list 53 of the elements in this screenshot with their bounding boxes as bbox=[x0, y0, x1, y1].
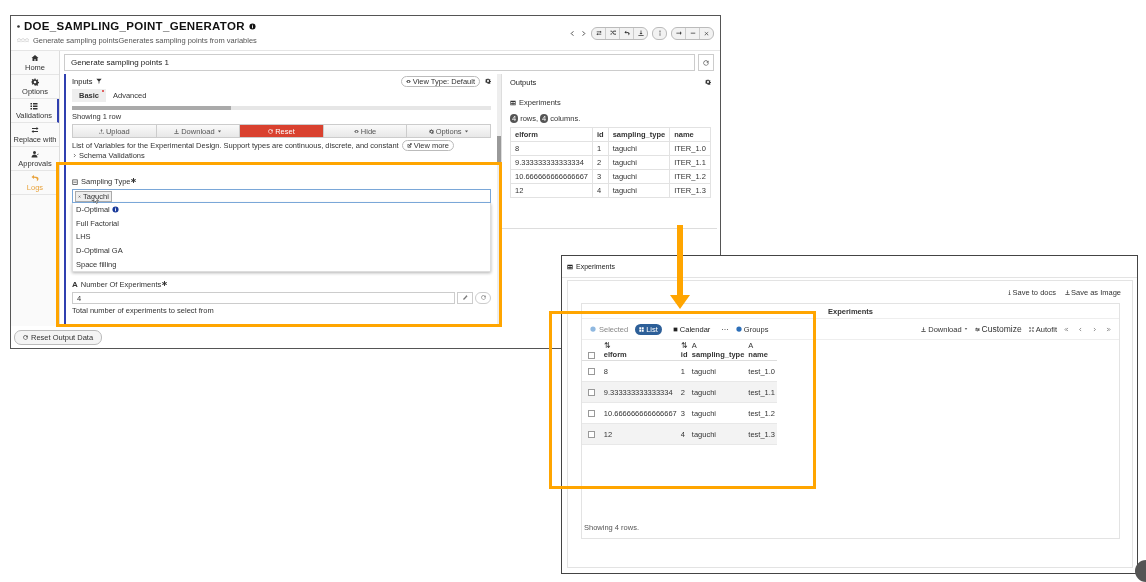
table-icon bbox=[510, 99, 516, 106]
download-icon bbox=[174, 128, 180, 134]
customize-button[interactable]: Customize bbox=[974, 324, 1022, 334]
refresh-icon bbox=[23, 334, 28, 340]
circle-icon bbox=[590, 326, 596, 332]
swap-icon bbox=[595, 30, 602, 36]
upload-icon bbox=[98, 128, 104, 134]
download-icon bbox=[1064, 289, 1070, 295]
text-type-icon: A bbox=[72, 279, 78, 289]
eye-icon bbox=[405, 78, 411, 84]
eye-icon bbox=[353, 128, 359, 134]
download-icon bbox=[921, 326, 927, 332]
expand-icon bbox=[1028, 326, 1034, 332]
circle-icon bbox=[735, 326, 742, 332]
settings-icon[interactable] bbox=[704, 79, 711, 85]
last-page-icon[interactable] bbox=[1106, 326, 1111, 332]
refresh-icon bbox=[703, 59, 709, 66]
scrollbar[interactable] bbox=[497, 74, 501, 326]
refresh-icon bbox=[480, 295, 486, 301]
chevron-icon bbox=[72, 153, 77, 158]
settings-icon[interactable] bbox=[485, 78, 491, 84]
attach-button[interactable] bbox=[457, 291, 473, 304]
refresh-icon bbox=[268, 128, 274, 134]
download-icon bbox=[637, 30, 644, 36]
back-icon[interactable] bbox=[569, 29, 576, 37]
filter-icon[interactable] bbox=[96, 78, 103, 84]
close-icon bbox=[704, 30, 709, 36]
grid-icon bbox=[639, 326, 645, 332]
info-icon bbox=[1006, 289, 1012, 295]
undo-icon bbox=[623, 30, 630, 36]
next-page-icon[interactable] bbox=[1092, 326, 1097, 332]
remove-icon bbox=[78, 194, 81, 198]
info-icon bbox=[248, 22, 256, 30]
row-checkbox[interactable] bbox=[588, 410, 596, 417]
select-all-checkbox[interactable] bbox=[588, 351, 596, 359]
collapse-icon[interactable] bbox=[72, 178, 78, 185]
forward-icon[interactable] bbox=[580, 29, 587, 37]
dot-icon bbox=[17, 24, 20, 28]
round-button[interactable] bbox=[1134, 560, 1146, 582]
scrollbar[interactable] bbox=[72, 106, 491, 110]
row-checkbox[interactable] bbox=[588, 389, 596, 396]
gear-icon bbox=[428, 128, 434, 134]
table-icon bbox=[567, 263, 573, 270]
refresh-button[interactable] bbox=[698, 54, 714, 71]
shuffle-icon bbox=[609, 30, 616, 36]
first-page-icon[interactable] bbox=[1064, 326, 1069, 332]
window-title: DOE_SAMPLING_POINT_GENERATOR bbox=[24, 20, 245, 32]
wand-icon bbox=[462, 295, 468, 301]
previous-page-icon[interactable] bbox=[1078, 326, 1083, 332]
row-checkbox[interactable] bbox=[588, 431, 596, 438]
external-link-icon bbox=[406, 143, 412, 148]
row-checkbox[interactable] bbox=[588, 368, 596, 375]
name-field[interactable]: Generate sampling points 1 bbox=[64, 54, 695, 71]
